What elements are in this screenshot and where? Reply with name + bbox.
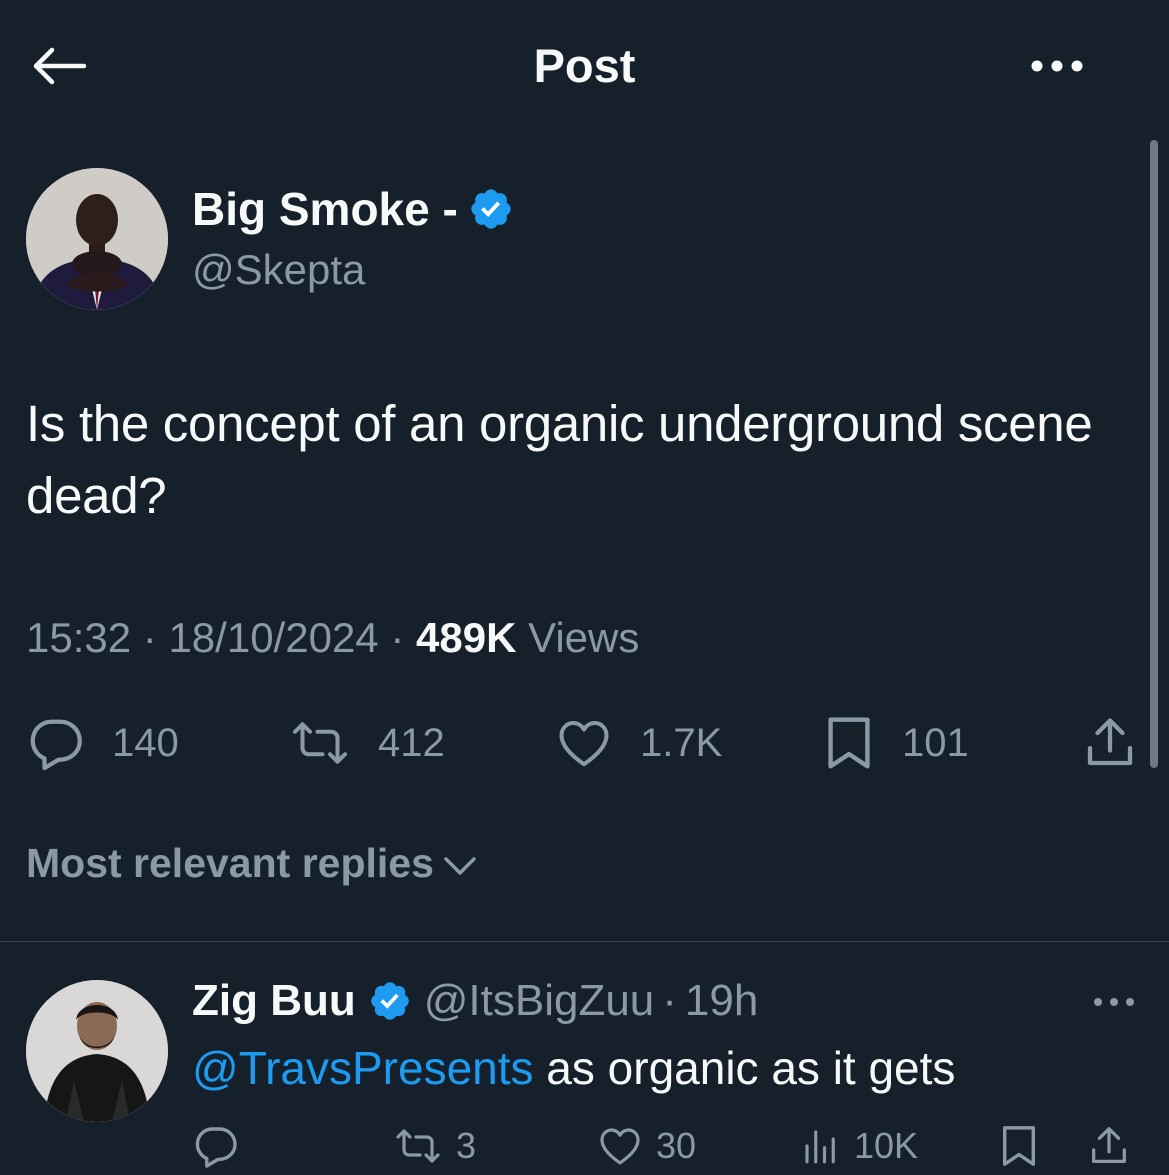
repost-icon bbox=[293, 722, 347, 764]
page-title: Post bbox=[533, 39, 636, 92]
reply-author-name[interactable]: Zig Buu bbox=[192, 972, 356, 1030]
like-count: 1.7K bbox=[640, 720, 723, 765]
reply-timestamp[interactable]: 19h bbox=[685, 972, 758, 1030]
meta-separator: · bbox=[390, 614, 405, 661]
reply-bubble-icon bbox=[195, 1127, 237, 1168]
tweet-text: Is the concept of an organic underground… bbox=[26, 395, 1093, 524]
reply-count: 140 bbox=[112, 720, 179, 765]
reply-body: as organic as it gets bbox=[533, 1042, 956, 1094]
reply-like-count: 30 bbox=[656, 1125, 697, 1166]
reply-more-button[interactable] bbox=[1082, 982, 1146, 1022]
bar-chart-icon bbox=[805, 1130, 835, 1164]
repost-count: 412 bbox=[378, 720, 445, 765]
reply-text: @TravsPresents as organic as it gets bbox=[192, 1038, 955, 1098]
like-button[interactable]: 1.7K bbox=[554, 712, 722, 774]
tweet-time[interactable]: 15:32 bbox=[26, 614, 131, 661]
share-icon bbox=[1087, 718, 1133, 766]
share-icon bbox=[1092, 1127, 1126, 1163]
heart-icon bbox=[600, 1128, 640, 1165]
repost-button[interactable]: 412 bbox=[288, 712, 445, 774]
repost-icon bbox=[396, 1129, 440, 1163]
bookmark-button[interactable]: 101 bbox=[822, 712, 969, 774]
reply-avatar[interactable] bbox=[26, 980, 168, 1122]
replies-sort-dropdown[interactable]: Most relevant replies bbox=[26, 840, 478, 887]
reply-share-button[interactable] bbox=[1086, 1122, 1132, 1170]
reply-header: Zig Buu @ItsBigZuu · 19h bbox=[192, 972, 758, 1030]
author-name[interactable]: Big Smoke - bbox=[192, 180, 514, 238]
share-button[interactable] bbox=[1080, 712, 1140, 774]
tweet-metadata: 15:32 · 18/10/2024 · 489K Views bbox=[26, 610, 639, 666]
more-horizontal-icon bbox=[1031, 60, 1083, 72]
author-avatar[interactable] bbox=[26, 168, 168, 310]
reply-author-handle[interactable]: @ItsBigZuu bbox=[424, 972, 655, 1030]
reply-repost-count: 3 bbox=[456, 1125, 477, 1166]
reply-views-button[interactable]: 10K bbox=[800, 1122, 918, 1170]
mention-link[interactable]: @TravsPresents bbox=[192, 1042, 534, 1094]
reply-avatar-image bbox=[26, 980, 168, 1122]
bookmark-count: 101 bbox=[902, 720, 969, 765]
chevron-down-icon bbox=[444, 856, 476, 875]
more-options-button[interactable] bbox=[1022, 42, 1092, 90]
author-avatar-image bbox=[26, 168, 168, 310]
reply-bookmark-button[interactable] bbox=[998, 1122, 1040, 1170]
reply-reply-button[interactable] bbox=[192, 1122, 252, 1170]
views-count[interactable]: 489K bbox=[416, 614, 516, 661]
replies-sort-label: Most relevant replies bbox=[26, 840, 434, 886]
author-handle[interactable]: @Skepta bbox=[192, 242, 365, 298]
reply-repost-button[interactable]: 3 bbox=[392, 1122, 476, 1170]
bookmark-icon bbox=[1002, 1126, 1036, 1166]
scrollbar[interactable] bbox=[1150, 140, 1158, 768]
reply-bubble-icon bbox=[30, 719, 82, 771]
reply-button[interactable]: 140 bbox=[26, 712, 179, 774]
meta-separator: · bbox=[142, 614, 157, 661]
reply-views-count: 10K bbox=[854, 1125, 919, 1166]
more-horizontal-icon bbox=[1094, 998, 1134, 1006]
heart-icon bbox=[559, 721, 609, 767]
reply-like-button[interactable]: 30 bbox=[596, 1122, 696, 1170]
bookmark-icon bbox=[828, 717, 870, 769]
verified-badge-icon bbox=[370, 982, 409, 1020]
reply-separator: · bbox=[662, 976, 677, 1025]
tweet-date[interactable]: 18/10/2024 bbox=[168, 614, 378, 661]
views-label[interactable]: Views bbox=[528, 614, 639, 661]
verified-badge-icon bbox=[471, 189, 511, 229]
divider bbox=[0, 941, 1169, 942]
author-name-text: Big Smoke - bbox=[192, 183, 458, 235]
